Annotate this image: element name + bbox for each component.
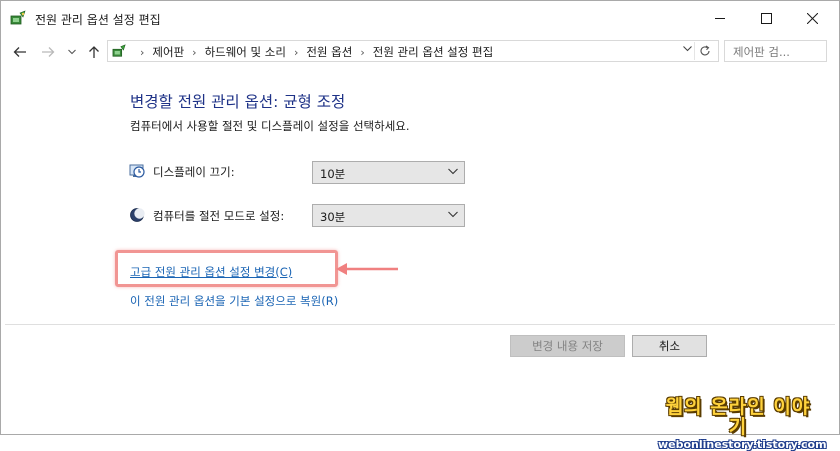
advanced-settings-link[interactable]: 고급 전원 관리 옵션 설정 변경(C) bbox=[130, 264, 292, 280]
up-button[interactable] bbox=[86, 44, 102, 60]
sleep-value: 30분 bbox=[320, 210, 346, 224]
chevron-down-icon bbox=[448, 168, 458, 175]
back-arrow-icon bbox=[13, 47, 26, 57]
breadcrumb-item-power-options[interactable]: 전원 옵션 bbox=[306, 44, 352, 60]
page-title: 변경할 전원 관리 옵션: 균형 조정 bbox=[130, 93, 346, 111]
sleep-label: 컴퓨터를 절전 모드로 설정: bbox=[153, 209, 285, 223]
minimize-icon bbox=[714, 17, 725, 19]
minimize-button[interactable] bbox=[697, 0, 743, 36]
chevron-right-icon[interactable]: › bbox=[294, 46, 298, 59]
breadcrumb-item-hardware-sound[interactable]: 하드웨어 및 소리 bbox=[205, 44, 286, 60]
search-box[interactable] bbox=[724, 40, 827, 62]
display-clock-icon bbox=[129, 164, 145, 178]
watermark-url: webonlinestory.tistory.com bbox=[658, 438, 827, 451]
maximize-button[interactable] bbox=[743, 0, 789, 36]
search-input[interactable] bbox=[725, 42, 826, 62]
restore-defaults-link[interactable]: 이 전원 관리 옵션을 기본 설정으로 복원(R) bbox=[130, 293, 338, 309]
breadcrumb-item-edit-plan[interactable]: 전원 관리 옵션 설정 편집 bbox=[373, 44, 493, 60]
power-options-icon bbox=[10, 10, 26, 25]
breadcrumb: › 제어판 › 하드웨어 및 소리 › 전원 옵션 › 전원 관리 옵션 설정 … bbox=[132, 44, 493, 60]
power-options-icon bbox=[112, 44, 126, 57]
chevron-down-icon bbox=[448, 211, 458, 218]
save-changes-button[interactable]: 변경 내용 저장 bbox=[510, 335, 625, 357]
display-off-select[interactable]: 10분 bbox=[312, 161, 465, 184]
chevron-right-icon: › bbox=[140, 45, 145, 59]
forward-arrow-icon bbox=[42, 47, 55, 57]
window-title: 전원 관리 옵션 설정 편집 bbox=[35, 13, 161, 27]
chevron-right-icon[interactable]: › bbox=[192, 46, 196, 59]
close-icon bbox=[806, 12, 818, 24]
breadcrumb-item-control-panel[interactable]: 제어판 bbox=[152, 44, 184, 60]
chevron-right-icon[interactable]: › bbox=[360, 46, 364, 59]
page-description: 컴퓨터에서 사용할 절전 및 디스플레이 설정을 선택하세요. bbox=[130, 119, 410, 133]
cancel-button[interactable]: 취소 bbox=[632, 335, 707, 357]
recent-locations-button[interactable] bbox=[64, 44, 80, 60]
display-off-label: 디스플레이 끄기: bbox=[153, 165, 235, 179]
maximize-icon bbox=[760, 12, 772, 24]
annotation-arrow-icon bbox=[336, 263, 398, 275]
refresh-icon bbox=[700, 45, 710, 56]
watermark: 웹의 온라인 이야기 webonlinestory.tistory.com bbox=[658, 396, 827, 451]
address-dropdown-icon[interactable] bbox=[683, 45, 692, 52]
display-off-value: 10분 bbox=[320, 167, 346, 181]
close-button[interactable] bbox=[789, 0, 835, 36]
sleep-moon-icon bbox=[130, 208, 145, 222]
title-bar: 전원 관리 옵션 설정 편집 bbox=[0, 0, 840, 36]
divider bbox=[5, 324, 835, 325]
forward-button[interactable] bbox=[40, 44, 56, 60]
up-arrow-icon bbox=[89, 46, 99, 58]
back-button[interactable] bbox=[12, 44, 28, 60]
chevron-down-icon bbox=[68, 49, 76, 55]
address-bar[interactable]: › 제어판 › 하드웨어 및 소리 › 전원 옵션 › 전원 관리 옵션 설정 … bbox=[107, 40, 719, 62]
sleep-select[interactable]: 30분 bbox=[312, 204, 465, 227]
refresh-button[interactable] bbox=[694, 42, 715, 60]
watermark-title: 웹의 온라인 이야기 bbox=[665, 396, 811, 438]
